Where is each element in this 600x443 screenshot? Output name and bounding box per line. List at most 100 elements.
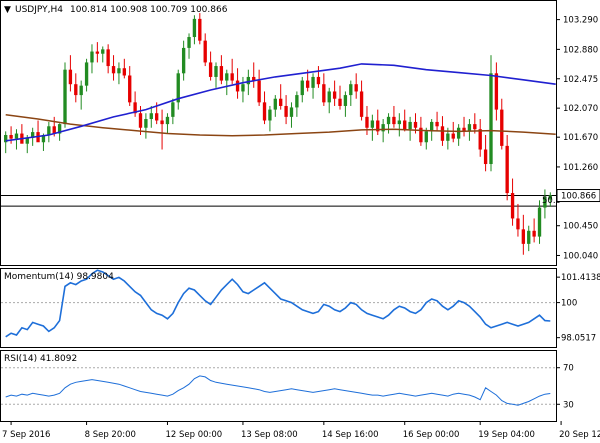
price-tick-label: 102.475 <box>563 75 598 85</box>
momentum-tick-label: 100 <box>561 299 577 309</box>
candle-body <box>370 120 375 128</box>
candle-body <box>322 84 326 103</box>
time-tick-label: 19 Sep 04:00 <box>478 430 535 440</box>
time-tick-label: 8 Sep 20:00 <box>85 430 136 440</box>
price-tick-label: 100.450 <box>563 222 598 232</box>
candle-body <box>262 102 267 121</box>
candle-body <box>489 73 493 165</box>
candle-body <box>300 80 304 96</box>
candle-body <box>483 149 488 165</box>
rsi-panel-frame <box>0 350 557 422</box>
header-triangle-icon[interactable]: ▼ <box>4 5 11 15</box>
rsi-label: RSI(14) 41.8092 <box>4 354 77 364</box>
candle-body <box>332 91 337 99</box>
candle-body <box>403 120 407 130</box>
candle-body <box>47 126 51 135</box>
price-tick-label: 102.880 <box>563 45 598 55</box>
price-tick-label: 102.070 <box>563 104 598 114</box>
candle-body <box>63 69 67 125</box>
ohlc-header: 100.814 100.908 100.709 100.866 <box>70 5 228 15</box>
candle-body <box>521 229 526 244</box>
candle-body <box>14 133 19 139</box>
candle-body <box>171 102 175 117</box>
candle-body <box>295 95 299 108</box>
candle-body <box>9 135 13 139</box>
candle-body <box>106 49 110 67</box>
candle-body <box>208 62 213 77</box>
candle-body <box>316 76 321 85</box>
time-tick-label: 12 Sep 00:00 <box>165 430 222 440</box>
candle-body <box>424 131 428 143</box>
candle-body <box>338 98 342 106</box>
candle-body <box>456 127 461 139</box>
candle-body <box>203 40 207 63</box>
candle-body <box>257 80 261 103</box>
candle-body <box>155 113 159 121</box>
candle-body <box>473 124 477 130</box>
forex-chart: 103.290 102.880 102.475 102.070 101.670 101.2… <box>0 0 600 440</box>
candle-body <box>138 113 143 128</box>
candle-body <box>500 109 504 146</box>
momentum-tick-label: 98.0517 <box>561 334 596 344</box>
candle-body <box>392 116 396 125</box>
candle-body <box>397 120 401 125</box>
candle-body <box>478 129 482 150</box>
candle-body <box>354 84 358 92</box>
rsi-tick-label: 30 <box>563 400 574 410</box>
candle-body <box>268 109 272 121</box>
candle-body <box>516 218 520 230</box>
candle-body <box>246 76 251 85</box>
candle-body <box>505 145 509 194</box>
momentum-label: Momentum(14) 98.9804 <box>4 272 114 282</box>
symbol-header: USDJPY,H4 <box>15 5 63 15</box>
candle-body <box>327 91 331 103</box>
candle-body <box>117 68 121 74</box>
time-tick-label: 14 Sep 16:00 <box>322 430 379 440</box>
candle-body <box>343 95 348 106</box>
time-tick-label: 13 Sep 08:00 <box>241 430 298 440</box>
candle-body <box>68 69 73 85</box>
candle-body <box>440 126 445 141</box>
price-tick-label: 100.040 <box>563 251 598 261</box>
candle-body <box>214 66 218 77</box>
candle-body <box>219 66 224 81</box>
candle-body <box>462 127 466 131</box>
momentum-tick-label: 101.4138 <box>561 273 600 283</box>
candle-body <box>284 105 288 117</box>
candle-body <box>235 80 240 92</box>
candle-body <box>386 116 391 125</box>
candle-body <box>435 121 439 127</box>
rsi-tick-label: 70 <box>563 364 574 374</box>
price-tag: 100.866 <box>561 192 596 202</box>
candle-body <box>527 230 531 244</box>
candle-body <box>467 124 472 131</box>
time-tick-label: 16 Sep 00:00 <box>403 430 460 440</box>
candle-body <box>413 121 418 128</box>
candle-body <box>494 73 499 110</box>
candle-body <box>446 133 450 141</box>
candle-body <box>510 193 515 219</box>
candle-body <box>279 98 283 106</box>
candle-body <box>273 98 277 110</box>
candle-body <box>532 230 536 237</box>
candle-body <box>90 51 94 63</box>
price-tick-label: 103.290 <box>563 16 598 26</box>
candle-body <box>79 85 83 96</box>
candle-body <box>537 207 542 237</box>
candle-body <box>451 133 455 139</box>
candle-body <box>84 62 89 86</box>
candle-body <box>101 49 105 54</box>
candle-body <box>359 91 364 117</box>
candle-body <box>311 76 315 88</box>
candle-body <box>365 116 369 128</box>
candle-body <box>95 51 100 54</box>
price-tick-label: 101.260 <box>563 163 598 173</box>
time-tick-label: 20 Sep 12:00 <box>559 430 600 440</box>
candle-body <box>408 121 412 130</box>
time-tick-label: 7 Sep 2016 <box>2 430 50 440</box>
candle-body <box>144 119 148 128</box>
candle-body <box>165 116 170 125</box>
candle-body <box>187 37 191 48</box>
candle-body <box>160 120 164 125</box>
candle-body <box>305 80 310 88</box>
